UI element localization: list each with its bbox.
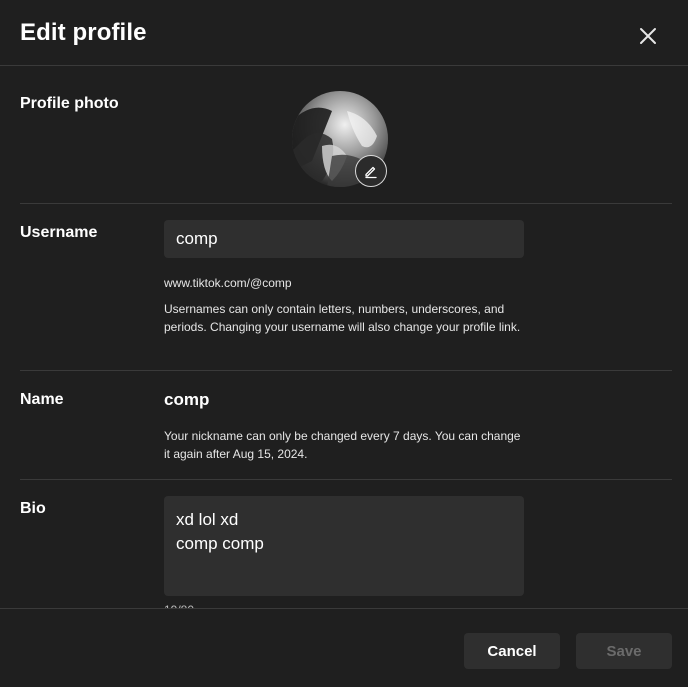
username-label: Username <box>20 224 98 241</box>
profile-photo-label: Profile photo <box>20 95 119 112</box>
save-button[interactable]: Save <box>576 633 672 669</box>
divider <box>20 370 672 371</box>
modal-header: Edit profile <box>0 0 688 66</box>
close-button[interactable] <box>632 20 664 52</box>
pencil-icon <box>365 166 377 179</box>
avatar-edit-button[interactable] <box>355 155 387 187</box>
username-help-text: Usernames can only contain letters, numb… <box>164 302 521 334</box>
divider <box>20 479 672 480</box>
name-help-text: Your nickname can only be changed every … <box>164 429 521 461</box>
username-input[interactable] <box>164 220 524 258</box>
bio-label: Bio <box>20 500 46 517</box>
divider <box>20 203 672 204</box>
name-value[interactable]: comp <box>164 390 209 410</box>
edit-profile-modal: Edit profile Profile photo Username comp… <box>0 0 688 687</box>
modal-title: Edit profile <box>20 19 147 46</box>
close-icon <box>640 28 656 44</box>
cancel-button[interactable]: Cancel <box>464 633 560 669</box>
bio-textarea[interactable]: xd lol xd comp comp <box>164 496 524 596</box>
name-label: Name <box>20 391 64 408</box>
profile-url: www.tiktok.com/@comp <box>164 276 292 290</box>
